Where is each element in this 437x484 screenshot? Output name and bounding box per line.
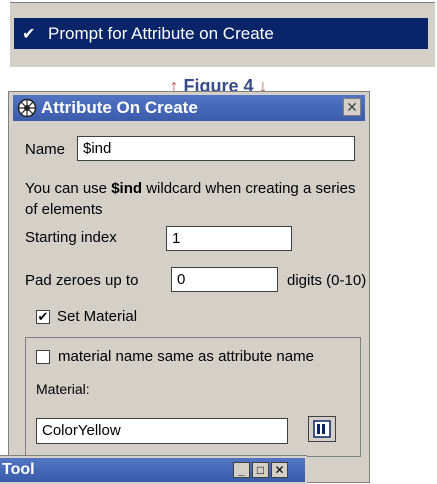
wildcard-info: You can use $ind wildcard when creating … (25, 178, 365, 220)
material-group: material name same as attribute name Mat… (25, 337, 361, 457)
starting-index-label: Starting index (25, 229, 117, 246)
dialog-close-button[interactable]: ✕ (343, 98, 361, 116)
pad-zeroes-label: Pad zeroes up to (25, 272, 139, 289)
menu-strip: ✔ Prompt for Attribute on Create (10, 2, 435, 67)
starting-index-field[interactable]: 1 (166, 226, 292, 251)
pad-zeroes-field[interactable]: 0 (171, 267, 278, 292)
dialog-title: Attribute On Create (41, 98, 198, 117)
material-field[interactable]: ColorYellow (36, 418, 288, 444)
tool-window-title: Tool (2, 461, 35, 478)
set-material-label: Set Material (57, 308, 138, 325)
name-field[interactable]: $ind (77, 136, 355, 161)
material-browse-button[interactable] (308, 416, 336, 442)
tool-window-titlebar[interactable]: Tool _ □ ✕ (0, 458, 305, 482)
app-globe-icon (17, 98, 37, 118)
pad-zeroes-suffix: digits (0-10) (287, 272, 367, 289)
maximize-button[interactable]: □ (252, 462, 269, 478)
info-keyword: $ind (111, 180, 143, 197)
menu-item-label: Prompt for Attribute on Create (48, 23, 274, 43)
list-icon (313, 420, 331, 438)
close-button[interactable]: ✕ (271, 462, 288, 478)
minimize-button[interactable]: _ (233, 462, 250, 478)
set-material-checkbox[interactable]: ✔ (36, 310, 50, 324)
checkmark-icon: ✔ (22, 25, 36, 43)
info-prefix: You can use (25, 180, 112, 197)
menu-item-prompt-attribute[interactable]: ✔ Prompt for Attribute on Create (14, 18, 428, 49)
name-label: Name (25, 141, 66, 158)
same-name-checkbox[interactable] (36, 350, 50, 364)
same-name-label: material name same as attribute name (58, 348, 314, 365)
tool-window: Tool _ □ ✕ (0, 455, 307, 484)
material-label: Material: (36, 381, 90, 397)
dialog-titlebar[interactable]: Attribute On Create ✕ (13, 95, 365, 121)
attribute-on-create-dialog: Attribute On Create ✕ Name $ind You can … (8, 91, 370, 483)
